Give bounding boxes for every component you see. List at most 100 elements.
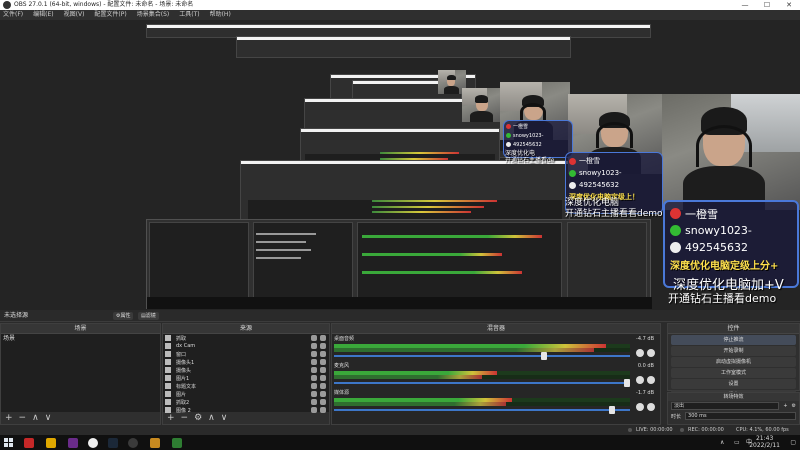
add-source-button[interactable]: + [167, 412, 175, 424]
visibility-eye-icon[interactable] [311, 375, 317, 381]
nested-preview-window [236, 36, 571, 58]
menu-help[interactable]: 帮助(H) [210, 10, 231, 20]
window-controls: — ☐ ✕ [734, 0, 800, 10]
remove-scene-button[interactable]: − [19, 412, 27, 424]
lock-icon[interactable] [320, 359, 326, 365]
menu-tools[interactable]: 工具(T) [179, 10, 199, 20]
move-scene-down-button[interactable]: ∨ [45, 412, 52, 424]
obs-icon[interactable] [128, 438, 138, 448]
maximize-button[interactable]: ☐ [756, 0, 778, 10]
visibility-eye-icon[interactable] [311, 383, 317, 389]
menu-edit[interactable]: 编辑(E) [33, 10, 53, 20]
duration-input[interactable]: 300 ms [685, 412, 796, 420]
source-item[interactable]: 抓取 [163, 334, 329, 342]
app-icon[interactable] [150, 438, 160, 448]
gear-icon[interactable] [647, 376, 655, 384]
speaker-mute-icon[interactable] [636, 376, 644, 384]
visibility-eye-icon[interactable] [311, 399, 317, 405]
scene-item[interactable]: 场景 [1, 334, 160, 343]
menu-file[interactable]: 文件(F) [3, 10, 23, 20]
visibility-eye-icon[interactable] [311, 367, 317, 373]
source-type-icon [165, 367, 171, 373]
volume-slider[interactable] [334, 379, 630, 387]
stop-streaming-button[interactable]: 停止推流 [671, 335, 796, 345]
qq-icon [670, 242, 681, 253]
source-item[interactable]: 标题文本 [163, 382, 329, 390]
lock-icon[interactable] [320, 375, 326, 381]
source-properties-gear-icon[interactable]: ⚙ [194, 412, 202, 424]
source-item[interactable]: dx Cam [163, 342, 329, 350]
visibility-eye-icon[interactable] [311, 391, 317, 397]
source-item[interactable]: 摄像头 [163, 366, 329, 374]
speaker-mute-icon[interactable] [636, 403, 644, 411]
visibility-eye-icon[interactable] [311, 343, 317, 349]
preview-canvas[interactable]: 一橙雪 snowy1023- 492545632 深度优化电 开通钻石主播看de… [0, 20, 800, 310]
add-transition-button[interactable]: + [783, 403, 787, 409]
visibility-eye-icon[interactable] [311, 335, 317, 341]
volume-slider[interactable] [334, 352, 630, 360]
source-type-icon [165, 351, 171, 357]
netease-music-icon[interactable] [24, 438, 34, 448]
move-source-up-button[interactable]: ∧ [208, 412, 215, 424]
source-item[interactable]: 窗口 [163, 350, 329, 358]
overlay-name: 一橙雪 [685, 207, 718, 221]
tray-chevron-icon[interactable]: ∧ [720, 435, 724, 450]
live-time: LIVE: 00:00:00 [636, 427, 673, 433]
visibility-eye-icon[interactable] [311, 351, 317, 357]
lock-icon[interactable] [320, 391, 326, 397]
lock-icon[interactable] [320, 343, 326, 349]
properties-button[interactable]: ⚙属性 [113, 312, 134, 320]
menu-bar: 文件(F) 编辑(E) 视图(V) 配置文件(P) 场景集合(S) 工具(T) … [0, 10, 800, 20]
lock-icon[interactable] [320, 351, 326, 357]
menu-view[interactable]: 视图(V) [64, 10, 85, 20]
transition-select[interactable]: 淡出 [671, 402, 780, 410]
source-type-icon [165, 343, 171, 349]
channel-name: 媒体源 [334, 390, 350, 396]
source-item[interactable]: 摄像头1 [163, 358, 329, 366]
network-icon[interactable]: ▭ [734, 435, 740, 450]
transitions-panel-title: 转场特效 [668, 393, 799, 401]
visibility-eye-icon[interactable] [311, 359, 317, 365]
app-icon[interactable] [46, 438, 56, 448]
menu-profile[interactable]: 配置文件(P) [94, 10, 126, 20]
gear-icon[interactable] [647, 349, 655, 357]
close-button[interactable]: ✕ [778, 0, 800, 10]
filters-button[interactable]: ▤滤镜 [138, 312, 159, 320]
channel-db: -1.7 dB [636, 390, 654, 396]
app-icon[interactable] [68, 438, 78, 448]
taskbar-clock[interactable]: 21:43 2022/2/11 [749, 435, 780, 449]
scenes-toolbar: + − ∧ ∨ [1, 412, 160, 424]
source-item[interactable]: 图片 [163, 390, 329, 398]
move-source-down-button[interactable]: ∨ [221, 412, 228, 424]
start-virtual-camera-button[interactable]: 启动虚拟摄像机 [671, 357, 796, 367]
app-icon[interactable] [172, 438, 182, 448]
volume-slider[interactable] [334, 406, 630, 414]
start-recording-button[interactable]: 开始录制 [671, 346, 796, 356]
add-scene-button[interactable]: + [5, 412, 13, 424]
scenes-panel-title: 场景 [1, 324, 160, 334]
lock-icon[interactable] [320, 383, 326, 389]
menu-scene-collection[interactable]: 场景集合(S) [137, 10, 170, 20]
rec-indicator-icon [680, 428, 684, 432]
source-type-icon [165, 375, 171, 381]
windows-start-icon[interactable] [4, 438, 13, 447]
settings-button[interactable]: 设置 [671, 379, 796, 389]
minimize-button[interactable]: — [734, 0, 756, 10]
lock-icon[interactable] [320, 335, 326, 341]
source-item[interactable]: 图片1 [163, 374, 329, 382]
speaker-mute-icon[interactable] [636, 349, 644, 357]
notification-icon[interactable]: ▢ [790, 435, 796, 450]
no-source-selected-label: 未选择源 [4, 312, 29, 319]
studio-mode-button[interactable]: 工作室模式 [671, 368, 796, 378]
source-type-icon [165, 383, 171, 389]
remove-source-button[interactable]: − [181, 412, 189, 424]
transition-gear-icon[interactable]: ⚙ [792, 403, 796, 409]
nested-obs-dock [146, 219, 652, 309]
lock-icon[interactable] [320, 399, 326, 405]
lock-icon[interactable] [320, 367, 326, 373]
source-item[interactable]: 抓取2 [163, 398, 329, 406]
move-scene-up-button[interactable]: ∧ [32, 412, 39, 424]
gear-icon[interactable] [647, 403, 655, 411]
chrome-icon[interactable] [88, 438, 98, 448]
steam-icon[interactable] [108, 438, 118, 448]
